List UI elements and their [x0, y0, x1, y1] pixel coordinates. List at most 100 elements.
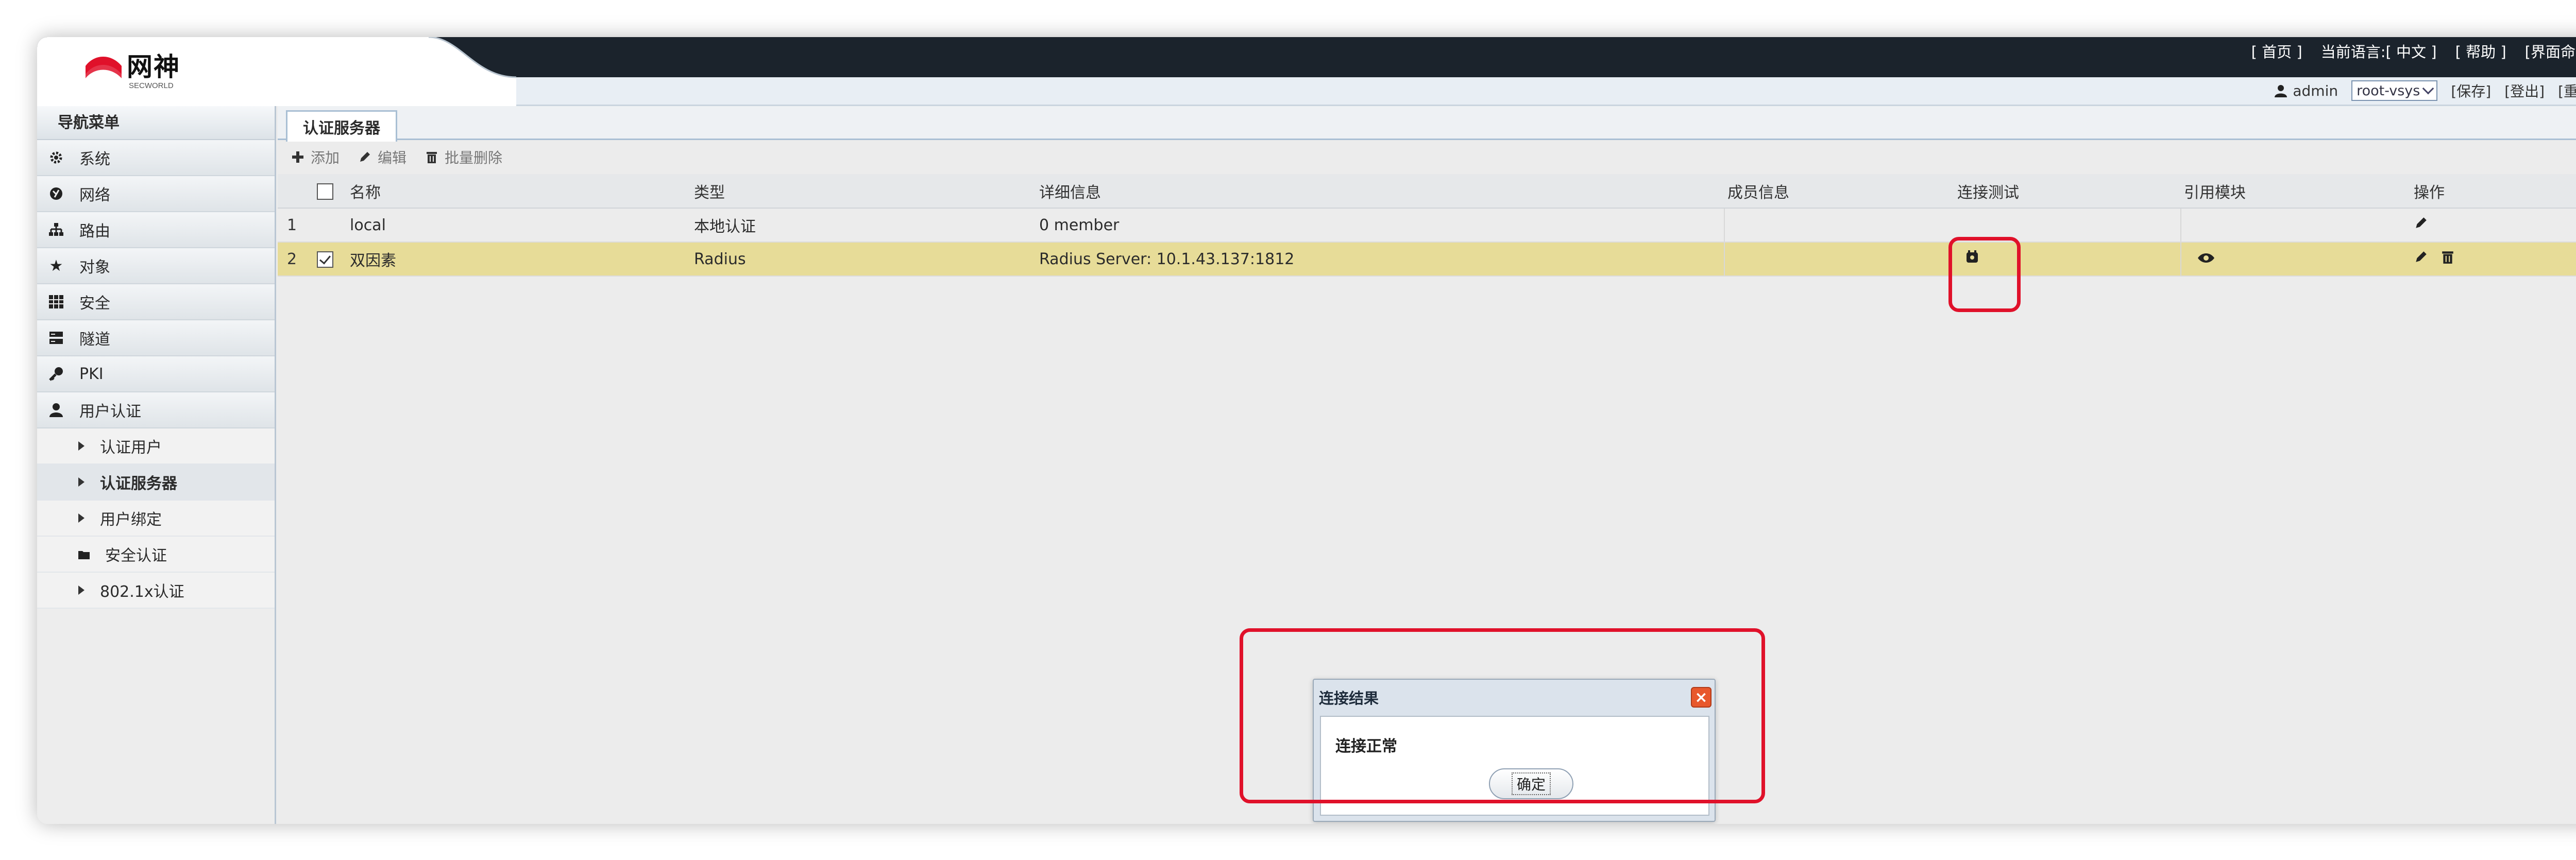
- sidebar-item-label: 隧道: [79, 331, 110, 349]
- top-links: [ 首页 ] 当前语言:[ 中文 ] [ 帮助 ] [界面命令: [2251, 40, 2576, 62]
- user-icon: [2275, 85, 2287, 97]
- brand-subtitle: SECWORLD: [129, 81, 174, 90]
- sidebar-item-routing[interactable]: 路由: [37, 212, 275, 248]
- cell-actions: [2411, 208, 2576, 243]
- brand-logo-icon: [86, 57, 122, 78]
- vsys-select[interactable]: root-vsys: [2351, 80, 2438, 101]
- batch-delete-label: 批量删除: [445, 149, 503, 166]
- grid-icon: [47, 293, 65, 311]
- sidebar-item-label: 安全: [79, 295, 110, 313]
- sidebar-item-pki[interactable]: PKI: [37, 356, 275, 392]
- row-number: 2: [278, 242, 314, 277]
- cell-ref-module: [2180, 208, 2411, 243]
- header-conn-test[interactable]: 连接测试: [1954, 174, 2181, 209]
- auth-server-table: 名称 类型 详细信息 成员信息 连接测试 引用模块 操作 1 local 本地认…: [278, 174, 2576, 277]
- header-ref-module[interactable]: 引用模块: [2181, 174, 2411, 209]
- folder-icon: [78, 545, 90, 563]
- batch-delete-button[interactable]: 批量删除: [425, 147, 502, 167]
- edit-icon[interactable]: [2414, 250, 2428, 264]
- cell-type: Radius: [691, 242, 1036, 277]
- help-link[interactable]: [ 帮助 ]: [2455, 40, 2506, 62]
- sidebar-item-user-auth[interactable]: 用户认证: [37, 392, 275, 428]
- sidebar-subitem-auth-servers[interactable]: 认证服务器: [37, 465, 275, 501]
- user-bar: admin root-vsys [保存] [登出] [重启: [2274, 80, 2576, 101]
- home-link[interactable]: [ 首页 ]: [2251, 40, 2302, 62]
- username: admin: [2293, 82, 2338, 99]
- cell-members: [1724, 242, 1954, 277]
- edit-button[interactable]: 编辑: [358, 147, 406, 167]
- row-select-cell: [314, 242, 347, 277]
- sidebar-subitem-label: 用户绑定: [100, 511, 162, 529]
- sitemap-icon: [47, 221, 65, 238]
- server-icon: [47, 329, 65, 347]
- pencil-icon: [360, 152, 370, 162]
- edit-label: 编辑: [378, 149, 407, 166]
- sidebar-subitem-auth-users[interactable]: 认证用户: [37, 428, 275, 465]
- user-icon: [47, 401, 65, 419]
- cli-link[interactable]: [界面命令: [2525, 40, 2576, 62]
- restart-link[interactable]: [重启: [2558, 80, 2576, 101]
- trash-icon[interactable]: [2441, 250, 2455, 264]
- header-name[interactable]: 名称: [347, 174, 691, 209]
- sidebar-subitem-label: 安全认证: [105, 547, 167, 565]
- header-detail[interactable]: 详细信息: [1036, 174, 1724, 209]
- sidebar-subitem-8021x[interactable]: 802.1x认证: [37, 573, 275, 609]
- browser-window: 网神 SECWORLD [ 首页 ] 当前语言:[ 中文 ] [ 帮助 ] [界…: [37, 37, 2576, 824]
- cell-name: 双因素: [347, 242, 691, 277]
- cell-type: 本地认证: [691, 208, 1036, 243]
- sidebar-subitem-user-binding[interactable]: 用户绑定: [37, 501, 275, 537]
- sidebar-subitem-label: 认证用户: [100, 439, 162, 457]
- cell-ref-module: [2180, 242, 2411, 277]
- sidebar: 导航菜单 系统 网络 路由 ★ 对象 安全 隧道 PKI 用户认证 认证用户 认…: [37, 106, 276, 824]
- cell-name: local: [347, 208, 691, 243]
- trash-icon: [427, 152, 437, 163]
- header-select-all: [314, 174, 347, 209]
- row-number: 1: [278, 208, 314, 243]
- sidebar-item-network[interactable]: 网络: [37, 176, 275, 212]
- header-rownum: [278, 174, 314, 209]
- sidebar-item-label: 系统: [79, 150, 110, 168]
- eye-icon[interactable]: [2197, 252, 2215, 264]
- caret-right-icon: [78, 477, 84, 487]
- sidebar-item-system[interactable]: 系统: [37, 140, 275, 176]
- cell-members: [1724, 208, 1954, 243]
- table-row[interactable]: 2 双因素 Radius Radius Server: 10.1.43.137:…: [278, 242, 2576, 277]
- table-header-row: 名称 类型 详细信息 成员信息 连接测试 引用模块 操作: [278, 174, 2576, 209]
- tab-bar: 认证服务器: [278, 106, 2576, 142]
- plus-icon: [292, 151, 303, 163]
- sidebar-subitem-secure-auth[interactable]: 安全认证: [37, 537, 275, 573]
- sidebar-item-objects[interactable]: ★ 对象: [37, 248, 275, 284]
- chevron-down-icon: [2422, 82, 2434, 95]
- sidebar-subitem-label: 认证服务器: [100, 475, 177, 493]
- logout-link[interactable]: [登出]: [2504, 80, 2545, 101]
- sidebar-item-label: PKI: [79, 365, 104, 383]
- add-button[interactable]: 添加: [291, 147, 340, 167]
- language-link[interactable]: 当前语言:[ 中文 ]: [2321, 40, 2437, 62]
- sidebar-item-label: 路由: [79, 222, 110, 240]
- save-link[interactable]: [保存]: [2451, 80, 2491, 101]
- sidebar-item-tunnel[interactable]: 隧道: [37, 320, 275, 356]
- sidebar-item-label: 用户认证: [79, 403, 141, 421]
- cell-detail: 0 member: [1036, 208, 1724, 243]
- row-select-cell: [314, 208, 347, 243]
- header-members[interactable]: 成员信息: [1724, 174, 1954, 209]
- caret-right-icon: [78, 586, 84, 595]
- select-all-checkbox[interactable]: [317, 183, 333, 200]
- highlight-dialog: [1240, 628, 1765, 803]
- sidebar-subitem-label: 802.1x认证: [100, 583, 184, 601]
- tab-auth-servers[interactable]: 认证服务器: [286, 110, 397, 142]
- row-checkbox[interactable]: [317, 251, 333, 268]
- gear-icon: [47, 149, 65, 166]
- caret-right-icon: [78, 513, 84, 523]
- sidebar-item-security[interactable]: 安全: [37, 284, 275, 320]
- logo: 网神 SECWORLD: [84, 46, 180, 103]
- highlight-connection-test: [1948, 237, 2021, 312]
- cell-actions: [2411, 242, 2576, 277]
- table-row[interactable]: 1 local 本地认证 0 member: [278, 208, 2576, 243]
- current-user: admin: [2274, 82, 2338, 99]
- edit-icon[interactable]: [2414, 216, 2428, 230]
- sidebar-item-label: 网络: [79, 186, 110, 204]
- sidebar-item-label: 对象: [79, 259, 110, 277]
- cell-detail: Radius Server: 10.1.43.137:1812: [1036, 242, 1724, 277]
- header-type[interactable]: 类型: [691, 174, 1036, 209]
